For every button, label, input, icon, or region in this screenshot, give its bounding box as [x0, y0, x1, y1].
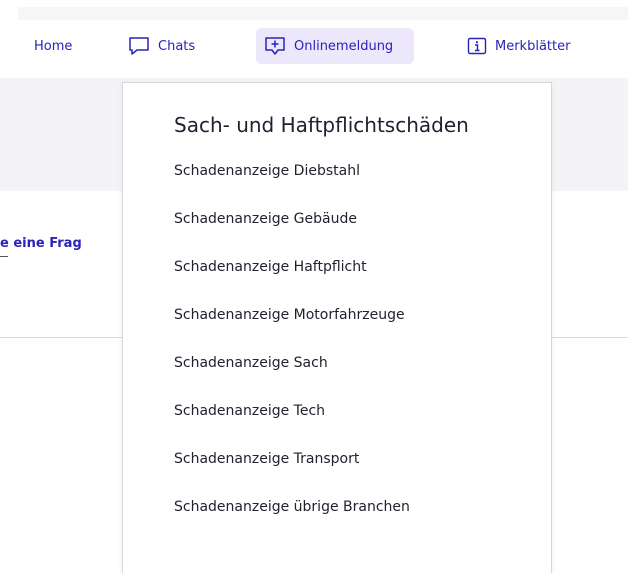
dropdown-menu-list: Schadenanzeige Diebstahl Schadenanzeige …	[174, 163, 410, 547]
nav-item-label: Home	[34, 38, 73, 54]
nav-item-label: Merkblätter	[495, 38, 571, 54]
onlinemeldung-dropdown: Sach- und Haftpflichtschäden Schadenanze…	[122, 82, 552, 573]
menu-item-haftpflicht[interactable]: Schadenanzeige Haftpflicht	[174, 259, 410, 307]
dropdown-heading: Sach- und Haftpflichtschäden	[174, 113, 469, 137]
main-navigation: Home Chats Onlinemeldung Merkblätter	[0, 20, 628, 78]
menu-item-sach[interactable]: Schadenanzeige Sach	[174, 355, 410, 403]
nav-item-onlinemeldung[interactable]: Onlinemeldung	[256, 28, 414, 64]
menu-item-transport[interactable]: Schadenanzeige Transport	[174, 451, 410, 499]
page: e eine Frag Home Chats Onlinemeldung Mer…	[0, 0, 628, 573]
menu-item-uebrige-branchen[interactable]: Schadenanzeige übrige Branchen	[174, 499, 410, 547]
menu-item-gebaeude[interactable]: Schadenanzeige Gebäude	[174, 211, 410, 259]
report-plus-icon	[264, 36, 286, 56]
menu-item-motorfahrzeuge[interactable]: Schadenanzeige Motorfahrzeuge	[174, 307, 410, 355]
info-icon	[467, 37, 487, 55]
menu-item-diebstahl[interactable]: Schadenanzeige Diebstahl	[174, 163, 410, 211]
chat-bubble-icon	[128, 36, 150, 56]
nav-item-label: Onlinemeldung	[294, 38, 394, 54]
question-link-fragment[interactable]: e eine Frag	[0, 236, 82, 251]
top-strip-background	[18, 7, 628, 20]
nav-item-chats[interactable]: Chats	[128, 28, 195, 64]
nav-item-home[interactable]: Home	[34, 28, 72, 64]
top-strip	[0, 0, 628, 20]
divider-tick	[0, 256, 8, 257]
nav-item-label: Chats	[158, 38, 196, 54]
menu-item-tech[interactable]: Schadenanzeige Tech	[174, 403, 410, 451]
nav-item-merkblaetter[interactable]: Merkblätter	[467, 28, 570, 64]
